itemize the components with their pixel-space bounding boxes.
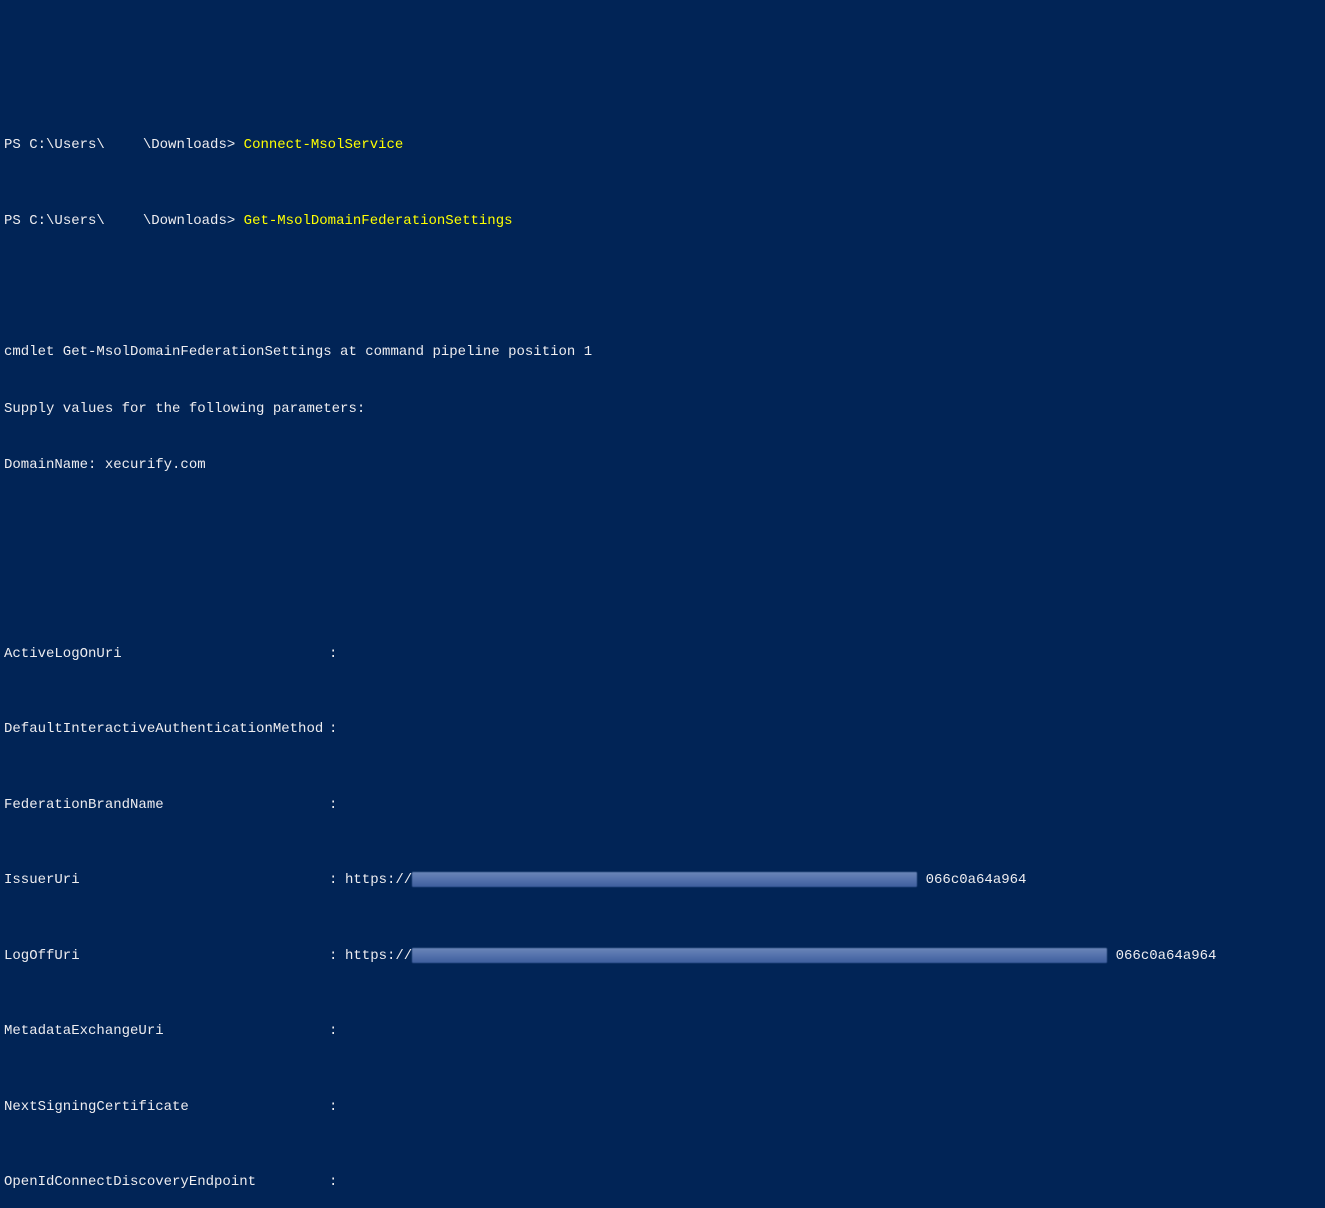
url-prefix: https:// [345, 872, 412, 888]
colon-separator: : [329, 720, 345, 739]
setting-value [345, 1173, 1321, 1192]
setting-key: DefaultInteractiveAuthenticationMethod [4, 720, 329, 739]
setting-value [345, 645, 1321, 664]
prompt-line-2: PS C:\Users\ \Downloads> Get-MsolDomainFe… [4, 212, 1321, 231]
federation-settings-table: ActiveLogOnUri: DefaultInteractiveAuthen… [4, 588, 1321, 1208]
command-text: Connect-MsolService [244, 136, 404, 155]
setting-value [345, 720, 1321, 739]
terminal-output[interactable]: PS C:\Users\ \Downloads> Connect-MsolServ… [4, 80, 1321, 1208]
setting-row: OpenIdConnectDiscoveryEndpoint: [4, 1173, 1321, 1192]
colon-separator: : [329, 1098, 345, 1117]
setting-value [345, 1022, 1321, 1041]
command-text: Get-MsolDomainFederationSettings [244, 212, 513, 231]
cmdlet-domain-name: DomainName: xecurify.com [4, 456, 1321, 475]
colon-separator: : [329, 947, 345, 966]
setting-key: NextSigningCertificate [4, 1098, 329, 1117]
setting-value: https:// 066c0a64a964 [345, 947, 1321, 966]
ps-prefix: PS [4, 212, 29, 231]
setting-key: IssuerUri [4, 871, 329, 890]
setting-row: ActiveLogOnUri: [4, 645, 1321, 664]
redacted-username [105, 212, 143, 231]
url-suffix: 066c0a64a964 [1116, 948, 1217, 964]
setting-row: IssuerUri: https:// 066c0a64a964 [4, 871, 1321, 890]
setting-value [345, 1098, 1321, 1117]
setting-value: https:// 066c0a64a964 [345, 871, 1321, 890]
path-end: \Downloads> [143, 136, 244, 155]
redacted-username [105, 136, 143, 155]
setting-key: FederationBrandName [4, 796, 329, 815]
cmdlet-supply-values: Supply values for the following paramete… [4, 400, 1321, 419]
ps-prefix: PS [4, 136, 29, 155]
setting-row: MetadataExchangeUri: [4, 1022, 1321, 1041]
cmdlet-info-block: cmdlet Get-MsolDomainFederationSettings … [4, 305, 1321, 513]
setting-row: LogOffUri: https:// 066c0a64a964 [4, 947, 1321, 966]
url-suffix: 066c0a64a964 [926, 872, 1027, 888]
setting-key: MetadataExchangeUri [4, 1022, 329, 1041]
colon-separator: : [329, 1022, 345, 1041]
colon-separator: : [329, 796, 345, 815]
setting-key: OpenIdConnectDiscoveryEndpoint [4, 1173, 329, 1192]
setting-key: ActiveLogOnUri [4, 645, 329, 664]
colon-separator: : [329, 645, 345, 664]
setting-key: LogOffUri [4, 947, 329, 966]
setting-row: NextSigningCertificate: [4, 1098, 1321, 1117]
redacted-url-segment [412, 872, 917, 887]
setting-row: DefaultInteractiveAuthenticationMethod: [4, 720, 1321, 739]
colon-separator: : [329, 1173, 345, 1192]
url-prefix: https:// [345, 948, 412, 964]
redacted-url-segment [412, 948, 1107, 963]
prompt-line-1: PS C:\Users\ \Downloads> Connect-MsolServ… [4, 136, 1321, 155]
cmdlet-pipeline-info: cmdlet Get-MsolDomainFederationSettings … [4, 343, 1321, 362]
path-end: \Downloads> [143, 212, 244, 231]
path-start: C:\Users\ [29, 212, 105, 231]
path-start: C:\Users\ [29, 136, 105, 155]
setting-row: FederationBrandName: [4, 796, 1321, 815]
setting-value [345, 796, 1321, 815]
colon-separator: : [329, 871, 345, 890]
